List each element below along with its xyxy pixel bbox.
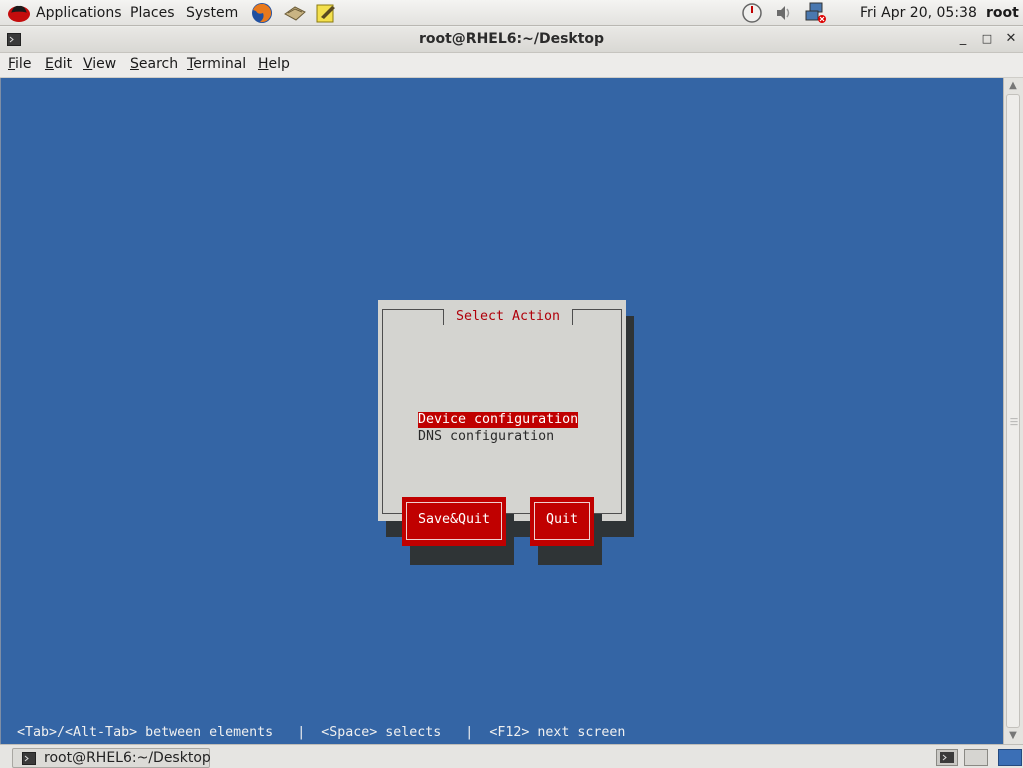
volume-icon[interactable]	[773, 2, 795, 24]
menu-terminal[interactable]: Terminal	[187, 56, 246, 72]
list-item-dns-configuration[interactable]: DNS configuration	[418, 429, 554, 445]
save-quit-button[interactable]: Save&Quit	[402, 497, 506, 546]
redhat-logo-icon[interactable]	[7, 2, 31, 24]
scroll-thumb[interactable]: — — —	[1006, 94, 1020, 728]
window-title: root@RHEL6:~/Desktop	[418, 31, 605, 47]
scroll-up-arrow-icon[interactable]: ▲	[1007, 80, 1019, 92]
menu-file[interactable]: File	[8, 56, 31, 72]
terminal-task-icon	[22, 752, 36, 765]
places-menu[interactable]: Places	[130, 4, 175, 22]
menubar: File Edit View Search Terminal Help	[0, 53, 1023, 78]
save-quit-button-label: Save&Quit	[406, 502, 502, 540]
maximize-button[interactable]: □	[979, 31, 995, 47]
network-icon[interactable]	[804, 2, 828, 24]
bottom-panel: root@RHEL6:~/Desktop	[0, 744, 1023, 768]
workspace-1-icon[interactable]	[964, 749, 988, 766]
taskbar-window-label: root@RHEL6:~/Desktop	[44, 750, 211, 766]
menu-edit[interactable]: Edit	[45, 56, 72, 72]
top-panel: Applications Places System Fri Apr 20, 0…	[0, 0, 1023, 26]
clock[interactable]: Fri Apr 20, 05:38	[860, 4, 977, 22]
scroll-grip-icon: — — —	[1010, 414, 1018, 429]
mail-icon[interactable]	[283, 2, 307, 24]
taskbar-window-button[interactable]: root@RHEL6:~/Desktop	[12, 748, 211, 768]
select-action-dialog: Select Action Device configuration DNS c…	[378, 300, 626, 565]
show-desktop-icon[interactable]	[936, 749, 958, 766]
system-menu[interactable]: System	[186, 4, 238, 22]
quit-button[interactable]: Quit	[530, 497, 594, 546]
menu-help[interactable]: Help	[258, 56, 290, 72]
quit-button-label: Quit	[534, 502, 590, 540]
menu-search[interactable]: Search	[130, 56, 178, 72]
update-monitor-icon[interactable]	[741, 2, 763, 24]
keyboard-hint-line: <Tab>/<Alt-Tab> between elements | <Spac…	[17, 725, 626, 740]
user-menu[interactable]: root	[986, 4, 1019, 22]
list-item-device-configuration[interactable]: Device configuration	[418, 412, 579, 428]
workspace-2-icon[interactable]	[998, 749, 1022, 766]
window-titlebar[interactable]: root@RHEL6:~/Desktop _ □ ✕	[0, 27, 1023, 53]
close-button[interactable]: ✕	[1003, 31, 1019, 47]
notes-icon[interactable]	[315, 2, 337, 24]
applications-menu[interactable]: Applications	[36, 4, 122, 22]
menu-view[interactable]: View	[83, 56, 116, 72]
firefox-icon[interactable]	[250, 2, 274, 24]
minimize-button[interactable]: _	[955, 31, 971, 47]
terminal-scrollbar[interactable]: ▲ — — — ▼	[1003, 78, 1023, 744]
dialog-title: Select Action	[443, 309, 573, 325]
terminal-screen[interactable]: Select Action Device configuration DNS c…	[0, 78, 1003, 744]
scroll-down-arrow-icon[interactable]: ▼	[1007, 730, 1019, 742]
